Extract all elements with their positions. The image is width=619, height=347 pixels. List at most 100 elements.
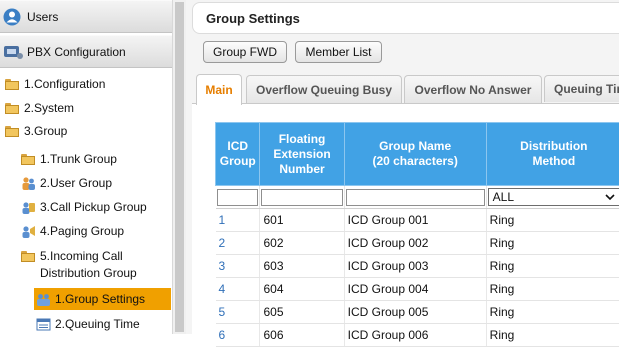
table-row[interactable]: 2 602 ICD Group 002 Ring: [216, 232, 619, 255]
tree-item-label: 3.Call Pickup Group: [40, 200, 147, 214]
select-value: ALL: [493, 190, 514, 204]
tab-bar: Main Overflow Queuing Busy Overflow No A…: [196, 74, 619, 104]
folder-icon: [5, 103, 19, 114]
distribution-cell: Ring: [486, 232, 619, 255]
table-row[interactable]: 5 605 ICD Group 005 Ring: [216, 301, 619, 324]
distribution-cell: Ring: [486, 301, 619, 324]
group-name-cell: ICD Group 004: [344, 278, 486, 301]
icd-group-link[interactable]: 6: [216, 324, 260, 347]
pbx-icon: [3, 43, 21, 61]
tree-item-label: 1.Group Settings: [55, 292, 145, 306]
group-settings-icon: [36, 292, 51, 307]
table-row[interactable]: 3 603 ICD Group 003 Ring: [216, 255, 619, 278]
filter-cell: [344, 186, 486, 209]
title-bar: Group Settings: [192, 2, 619, 34]
header-line: Extension: [260, 147, 343, 162]
folder-open-icon: [5, 126, 19, 137]
icd-group-link[interactable]: 5: [216, 301, 260, 324]
chevron-down-icon: [605, 190, 615, 204]
tree-item-user-group[interactable]: 2.User Group: [21, 175, 112, 191]
filter-cell: [260, 186, 344, 209]
icd-group-link[interactable]: 2: [216, 232, 260, 255]
user-group-icon: [21, 176, 36, 191]
icd-group-link[interactable]: 3: [216, 255, 260, 278]
user-icon: [3, 8, 21, 26]
tree-item-label: 2.User Group: [40, 176, 112, 190]
tab-queuing-time[interactable]: Queuing Time: [544, 75, 619, 102]
folder-icon: [21, 154, 35, 165]
icd-group-link[interactable]: 4: [216, 278, 260, 301]
distribution-cell: Ring: [486, 278, 619, 301]
sidebar: Users PBX Configuration 1.Configuration …: [0, 0, 172, 334]
accordion-pbx-configuration[interactable]: PBX Configuration: [0, 35, 172, 68]
filter-cell: ALL: [486, 186, 619, 209]
header-line: Group Name: [345, 139, 486, 154]
header-floating-extension-number[interactable]: Floating Extension Number: [260, 123, 344, 186]
tree-item-label: 5.Incoming Call: [40, 249, 123, 263]
group-name-cell: ICD Group 005: [344, 301, 486, 324]
extension-cell: 603: [260, 255, 344, 278]
group-name-filter-input[interactable]: [346, 189, 485, 206]
tree-item-queuing-time[interactable]: 2.Queuing Time: [34, 316, 140, 332]
extension-cell: 604: [260, 278, 344, 301]
tree-item-group-settings[interactable]: 1.Group Settings: [34, 288, 171, 310]
distribution-cell: Ring: [486, 324, 619, 347]
tree-item-call-pickup-group[interactable]: 3.Call Pickup Group: [21, 199, 147, 215]
icd-group-link[interactable]: 1: [216, 209, 260, 232]
tree-item-group[interactable]: 3.Group: [5, 123, 67, 139]
tree-item-incoming-call-distribution-group[interactable]: 5.Incoming Call: [21, 248, 123, 264]
floating-extension-filter-input[interactable]: [261, 189, 342, 206]
tree-item-label-continued[interactable]: Distribution Group: [40, 265, 137, 281]
tree-item-label: 2.System: [24, 101, 74, 115]
header-icd-group[interactable]: ICD Group: [216, 123, 260, 186]
filter-row: ALL: [216, 186, 619, 209]
tree-item-label: 3.Group: [24, 124, 67, 138]
extension-cell: 602: [260, 232, 344, 255]
filter-cell: [216, 186, 260, 209]
tree-item-label-line2: Distribution Group: [40, 266, 137, 280]
header-line: (20 characters): [345, 154, 486, 169]
tree-item-label: 1.Trunk Group: [40, 152, 117, 166]
tab-main[interactable]: Main: [196, 74, 242, 105]
distribution-cell: Ring: [486, 209, 619, 232]
accordion-users[interactable]: Users: [0, 0, 172, 33]
tab-overflow-queuing-busy[interactable]: Overflow Queuing Busy: [246, 75, 402, 103]
icd-group-filter-input[interactable]: [217, 189, 259, 206]
header-distribution-method[interactable]: Distribution Method: [486, 123, 619, 186]
table-row[interactable]: 6 606 ICD Group 006 Ring: [216, 324, 619, 347]
member-list-button[interactable]: Member List: [295, 41, 382, 63]
queuing-time-icon: [36, 317, 51, 332]
header-line: Number: [260, 162, 343, 177]
tree-item-trunk-group[interactable]: 1.Trunk Group: [21, 151, 117, 167]
sidebar-scrollbar-thumb[interactable]: [175, 2, 184, 332]
header-line: Floating: [260, 132, 343, 147]
sidebar-scrollbar[interactable]: [172, 0, 187, 334]
extension-cell: 606: [260, 324, 344, 347]
tree-item-system[interactable]: 2.System: [5, 100, 74, 116]
tree-item-label: 1.Configuration: [24, 77, 105, 91]
table-header-row: ICD Group Floating Extension Number Grou…: [216, 123, 619, 186]
distribution-cell: Ring: [486, 255, 619, 278]
accordion-users-label: Users: [27, 10, 58, 24]
tree-item-configuration[interactable]: 1.Configuration: [5, 76, 105, 92]
distribution-method-filter-select[interactable]: ALL: [488, 188, 619, 206]
header-line: Group: [216, 154, 259, 169]
main-tab-panel: ICD Group Floating Extension Number Grou…: [192, 103, 619, 344]
header-group-name[interactable]: Group Name (20 characters): [344, 123, 486, 186]
table-row[interactable]: 4 604 ICD Group 004 Ring: [216, 278, 619, 301]
header-line: ICD: [216, 139, 259, 154]
folder-icon: [5, 79, 19, 90]
group-fwd-button[interactable]: Group FWD: [203, 41, 287, 63]
tree-item-paging-group[interactable]: 4.Paging Group: [21, 223, 124, 239]
page-title: Group Settings: [206, 11, 300, 26]
paging-icon: [21, 224, 36, 239]
call-pickup-icon: [21, 200, 36, 215]
extension-cell: 601: [260, 209, 344, 232]
group-name-cell: ICD Group 003: [344, 255, 486, 278]
folder-open-icon: [21, 251, 35, 262]
tree-item-label: 2.Queuing Time: [55, 317, 140, 331]
table-row[interactable]: 1 601 ICD Group 001 Ring: [216, 209, 619, 232]
group-name-cell: ICD Group 002: [344, 232, 486, 255]
tab-overflow-no-answer[interactable]: Overflow No Answer: [404, 75, 542, 103]
accordion-pbx-label: PBX Configuration: [27, 45, 126, 59]
